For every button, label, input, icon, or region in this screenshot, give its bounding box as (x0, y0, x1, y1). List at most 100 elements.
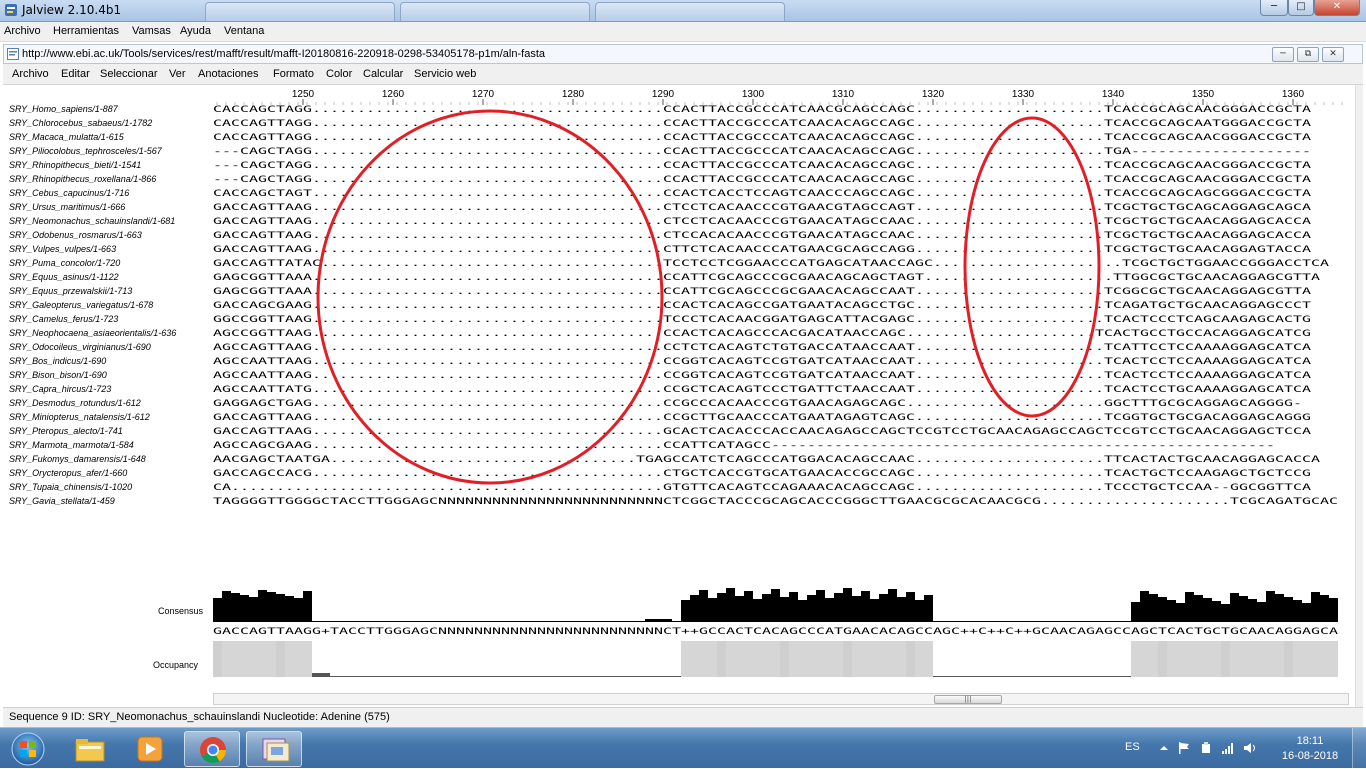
sequence-name[interactable]: SRY_Cebus_capucinus/1-716 (9, 188, 129, 198)
vertical-scrollbar[interactable] (1355, 85, 1363, 707)
sequence-name[interactable]: SRY_Orycteropus_afer/1-660 (9, 468, 127, 478)
volume-icon[interactable] (1243, 741, 1257, 755)
sequence-residues[interactable]: AACGAGCTAATGA...........................… (213, 455, 1321, 465)
outer-close-button[interactable]: ✕ (1314, 0, 1360, 16)
sequence-residues[interactable]: GACCAGTTAAG.............................… (213, 231, 1312, 241)
sequence-name[interactable]: SRY_Odobenus_rosmarus/1-663 (9, 230, 142, 240)
menu-color[interactable]: Color (326, 68, 352, 80)
sequence-residues[interactable]: GACCAGTTAAG.............................… (213, 413, 1311, 423)
sequence-name[interactable]: SRY_Vulpes_vulpes/1-663 (9, 244, 116, 254)
sequence-name[interactable]: SRY_Neomonachus_schauinslandi/1-681 (9, 216, 175, 226)
sequence-name[interactable]: SRY_Gavia_stellata/1-459 (9, 496, 115, 506)
sequence-name[interactable]: SRY_Homo_sapiens/1-887 (9, 104, 119, 114)
sequence-name[interactable]: SRY_Piliocolobus_tephrosceles/1-567 (9, 146, 163, 156)
menu-anotaciones[interactable]: Anotaciones (198, 68, 259, 80)
alignment-canvas[interactable]: 1250 1260 1270 1280 1290 1300 1310 1320 1330 1340… (3, 85, 1355, 707)
alignment-panel[interactable]: 1250 1260 1270 1280 1290 1300 1310 1320 1330 1340… (3, 85, 1355, 707)
sequence-residues[interactable]: AGCCGGTTAAG.............................… (213, 329, 1311, 339)
sequence-name[interactable]: SRY_Bos_indicus/1-690 (9, 356, 106, 366)
sequence-residues[interactable]: GACCAGTTAAG.............................… (213, 427, 1312, 437)
sequence-residues[interactable]: AGCCAATTAAG.............................… (213, 371, 1312, 381)
sequence-residues[interactable]: GACCAGTTATAC............................… (213, 259, 1330, 269)
action-center-flag-icon[interactable] (1177, 741, 1191, 755)
inner-minimize-button[interactable]: ─ (1272, 47, 1294, 62)
sequence-name[interactable]: SRY_Miniopterus_natalensis/1-612 (9, 412, 150, 422)
menu-formato[interactable]: Formato (273, 68, 314, 80)
taskbar-file-explorer[interactable] (62, 731, 118, 767)
sequence-name[interactable]: SRY_Ursus_maritimus/1-666 (9, 202, 125, 212)
sequence-residues[interactable]: AGCCAATTATG.............................… (213, 385, 1312, 395)
menu-herramientas[interactable]: Herramientas (53, 25, 119, 37)
sequence-residues[interactable]: CACCAGTTAGG.............................… (213, 119, 1312, 129)
sequence-name[interactable]: SRY_Fukomys_damarensis/1-648 (9, 454, 146, 464)
sequence-residues[interactable]: GAGCGGTTAAA.............................… (213, 287, 1312, 297)
sequence-residues[interactable]: GACCAGTTAAG.............................… (213, 245, 1312, 255)
sequence-name[interactable]: SRY_Desmodus_rotundus/1-612 (9, 398, 141, 408)
background-browser-tab[interactable] (595, 2, 785, 21)
sequence-name[interactable]: SRY_Odocoileus_virginianus/1-690 (9, 342, 151, 352)
sequence-name[interactable]: SRY_Bison_bison/1-690 (9, 370, 107, 380)
sequence-residues[interactable]: CA......................................… (213, 483, 1312, 493)
sequence-residues[interactable]: AGCCAGCGAAG.............................… (213, 441, 1275, 451)
background-browser-tab[interactable] (400, 2, 590, 21)
sequence-residues[interactable]: GACCAGCCACG.............................… (213, 469, 1311, 479)
taskbar-media-player[interactable] (122, 731, 178, 767)
inner-maximize-button[interactable]: ⧉ (1297, 47, 1319, 62)
sequence-residues[interactable]: GACCAGTTAAG.............................… (213, 203, 1312, 213)
menu-ventana[interactable]: Ventana (224, 25, 264, 37)
sequence-name[interactable]: SRY_Neophocaena_asiaeorientalis/1-636 (9, 328, 176, 338)
sequence-name[interactable]: SRY_Chlorocebus_sabaeus/1-1782 (9, 118, 152, 128)
sequence-name[interactable]: SRY_Capra_hircus/1-723 (9, 384, 111, 394)
outer-maximize-button[interactable]: □ (1288, 0, 1314, 16)
sequence-name[interactable]: SRY_Equus_przewalskii/1-713 (9, 286, 132, 296)
menu-vamsas[interactable]: Vamsas (132, 25, 171, 37)
windows-start-icon[interactable] (8, 731, 48, 767)
sequence-name[interactable]: SRY_Camelus_ferus/1-723 (9, 314, 118, 324)
sequence-residues[interactable]: CACCAGCTAGT.............................… (213, 189, 1312, 199)
sequence-residues[interactable]: GACCAGTTAAG.............................… (213, 217, 1312, 227)
sequence-name[interactable]: SRY_Pteropus_alecto/1-741 (9, 426, 123, 436)
show-hidden-icons-icon[interactable] (1157, 741, 1171, 755)
inner-window-title-bar[interactable]: http://www.ebi.ac.uk/Tools/services/rest… (3, 44, 1363, 64)
sequence-name[interactable]: SRY_Rhinopithecus_bieti/1-1541 (9, 160, 141, 170)
menu-calcular[interactable]: Calcular (363, 68, 403, 80)
sequence-residues[interactable]: CACCAGTTAGG.............................… (213, 133, 1312, 143)
language-indicator[interactable]: ES (1125, 741, 1140, 753)
sequence-residues[interactable]: AGCCAATTAAG.............................… (213, 357, 1312, 367)
menu-seleccionar[interactable]: Seleccionar (100, 68, 157, 80)
sequence-residues[interactable]: GAGCGGTTAAA.............................… (213, 273, 1321, 283)
menu-ver[interactable]: Ver (169, 68, 186, 80)
outer-minimize-button[interactable]: ─ (1260, 0, 1288, 16)
sequence-residues[interactable]: GGCCGGTTAAG.............................… (213, 315, 1311, 325)
outer-title-bar[interactable]: Jalview 2.10.4b1 ─ □ ✕ (0, 0, 1366, 22)
clock[interactable]: 18:11 16-08-2018 (1275, 734, 1345, 764)
horizontal-scrollbar[interactable]: ||| (213, 693, 1349, 705)
menu-archivo[interactable]: Archivo (4, 25, 41, 37)
sequence-name[interactable]: SRY_Macaca_mulatta/1-615 (9, 132, 125, 142)
sequence-residues[interactable]: CACCAGCTAGG.............................… (213, 105, 1312, 115)
show-desktop-button[interactable] (1352, 728, 1366, 769)
menu-ayuda[interactable]: Ayuda (180, 25, 211, 37)
sequence-name[interactable]: SRY_Rhinopithecus_roxellana/1-866 (9, 174, 156, 184)
usb-device-icon[interactable] (1199, 741, 1213, 755)
sequence-name[interactable]: SRY_Galeopterus_variegatus/1-678 (9, 300, 153, 310)
taskbar-chrome[interactable] (184, 731, 240, 767)
inner-close-button[interactable]: ✕ (1322, 47, 1344, 62)
menu-editar[interactable]: Editar (61, 68, 90, 80)
sequence-residues[interactable]: ---CAGCTAGG.............................… (213, 161, 1312, 171)
sequence-residues[interactable]: TAGGGGTTGGGGCTACCTTGGGAGCNNNNNNNNNNNNNNN… (213, 497, 1338, 507)
background-browser-tab[interactable] (205, 2, 395, 21)
sequence-name[interactable]: SRY_Equus_asinus/1-1122 (9, 272, 119, 282)
sequence-name[interactable]: SRY_Marmota_marmota/1-584 (9, 440, 134, 450)
sequence-name[interactable]: SRY_Tupaia_chinensis/1-1020 (9, 482, 132, 492)
sequence-name[interactable]: SRY_Puma_concolor/1-720 (9, 258, 120, 268)
sequence-residues[interactable]: GACCAGCGAAG.............................… (213, 301, 1312, 311)
sequence-residues[interactable]: GAGGAGCTGAG.............................… (213, 399, 1302, 409)
menu-servicio-web[interactable]: Servicio web (414, 68, 476, 80)
scroll-thumb[interactable]: ||| (934, 695, 1002, 704)
taskbar-jalview[interactable] (246, 731, 302, 767)
network-signal-icon[interactable] (1221, 741, 1235, 755)
sequence-residues[interactable]: AGCCAGTTAAG.............................… (213, 343, 1312, 353)
sequence-residues[interactable]: ---CAGCTAGG.............................… (213, 175, 1312, 185)
menu-archivo[interactable]: Archivo (12, 68, 49, 80)
